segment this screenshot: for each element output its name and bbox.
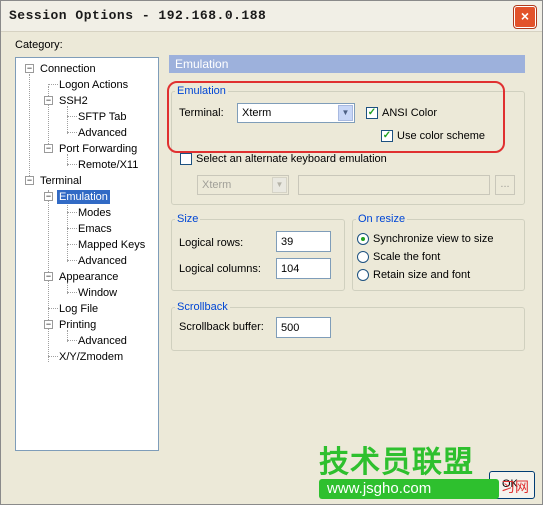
category-tree[interactable]: − − − − − − − Connection Logon Actions S… bbox=[15, 57, 159, 451]
logical-columns-label: Logical columns: bbox=[179, 263, 261, 275]
alt-keyboard-select-value: Xterm bbox=[202, 179, 232, 191]
title-bar[interactable]: Session Options - 192.168.0.188 × bbox=[1, 1, 542, 32]
close-button[interactable]: × bbox=[514, 6, 536, 28]
retain-size-label[interactable]: Retain size and font bbox=[373, 269, 470, 281]
tree-item-window[interactable]: Window bbox=[78, 286, 117, 300]
watermark-title: 技术员联盟 bbox=[319, 445, 474, 480]
logical-rows-field[interactable]: 39 bbox=[276, 231, 331, 252]
tree-item-appearance[interactable]: Appearance bbox=[59, 270, 118, 284]
alt-keyboard-path-field bbox=[298, 175, 490, 195]
tree-item-sftp-tab[interactable]: SFTP Tab bbox=[78, 110, 127, 124]
tree-line bbox=[67, 340, 77, 341]
scrollback-group-label: Scrollback bbox=[175, 301, 230, 313]
tree-item-mapped-keys[interactable]: Mapped Keys bbox=[78, 238, 145, 252]
collapse-icon[interactable]: − bbox=[44, 96, 53, 105]
logical-columns-value: 104 bbox=[281, 263, 300, 275]
scrollback-buffer-field[interactable]: 500 bbox=[276, 317, 331, 338]
chevron-down-icon: ▼ bbox=[272, 177, 287, 193]
browse-button: ... bbox=[495, 175, 515, 195]
collapse-icon[interactable]: − bbox=[25, 64, 34, 73]
scrollback-buffer-value: 500 bbox=[281, 322, 300, 334]
on-resize-group-label: On resize bbox=[356, 213, 408, 225]
tree-item-ssh2[interactable]: SSH2 bbox=[59, 94, 88, 108]
tree-line bbox=[48, 308, 58, 309]
tree-item-log-file[interactable]: Log File bbox=[59, 302, 98, 316]
tree-item-port-forwarding[interactable]: Port Forwarding bbox=[59, 142, 137, 156]
window-title: Session Options - 192.168.0.188 bbox=[9, 8, 267, 23]
tree-item-printing-advanced[interactable]: Advanced bbox=[78, 334, 127, 348]
collapse-icon[interactable]: − bbox=[44, 272, 53, 281]
tree-line bbox=[67, 164, 77, 165]
tree-item-ssh2-advanced[interactable]: Advanced bbox=[78, 126, 127, 140]
sync-view-radio[interactable] bbox=[357, 233, 369, 245]
tree-item-modes[interactable]: Modes bbox=[78, 206, 111, 220]
tree-line bbox=[29, 74, 30, 176]
retain-size-radio[interactable] bbox=[357, 269, 369, 281]
tree-item-xyzmodem[interactable]: X/Y/Zmodem bbox=[59, 350, 123, 364]
tree-line bbox=[67, 132, 77, 133]
tree-line bbox=[67, 260, 77, 261]
sync-view-label[interactable]: Synchronize view to size bbox=[373, 233, 493, 245]
collapse-icon[interactable]: − bbox=[44, 320, 53, 329]
highlight-annotation bbox=[167, 81, 505, 153]
tree-item-emulation[interactable]: Emulation bbox=[57, 190, 110, 204]
collapse-icon[interactable]: − bbox=[44, 144, 53, 153]
collapse-icon[interactable]: − bbox=[44, 192, 53, 201]
tree-item-printing[interactable]: Printing bbox=[59, 318, 96, 332]
category-label: Category: bbox=[15, 39, 63, 51]
logical-rows-value: 39 bbox=[281, 236, 294, 248]
alt-keyboard-checkbox[interactable] bbox=[180, 153, 192, 165]
tree-item-remote-x11[interactable]: Remote/X11 bbox=[78, 158, 138, 172]
tree-item-emacs[interactable]: Emacs bbox=[78, 222, 112, 236]
tree-line bbox=[48, 356, 58, 357]
tree-line bbox=[67, 202, 68, 262]
tree-line bbox=[67, 228, 77, 229]
logical-columns-field[interactable]: 104 bbox=[276, 258, 331, 279]
session-options-window: Session Options - 192.168.0.188 × Catego… bbox=[0, 0, 543, 505]
tree-item-emulation-advanced[interactable]: Advanced bbox=[78, 254, 127, 268]
logical-rows-label: Logical rows: bbox=[179, 237, 244, 249]
watermark-tail: 习网 bbox=[501, 479, 529, 495]
scrollback-buffer-label: Scrollback buffer: bbox=[179, 321, 264, 333]
tree-line bbox=[48, 84, 58, 85]
scale-font-label[interactable]: Scale the font bbox=[373, 251, 440, 263]
tree-line bbox=[67, 106, 68, 134]
tree-line bbox=[67, 244, 77, 245]
tree-item-terminal[interactable]: Terminal bbox=[40, 174, 82, 188]
pane-header: Emulation bbox=[169, 55, 525, 73]
watermark-url: www.jsgho.com bbox=[319, 479, 499, 499]
alt-keyboard-label[interactable]: Select an alternate keyboard emulation bbox=[196, 153, 387, 165]
collapse-icon[interactable]: − bbox=[25, 176, 34, 185]
scale-font-radio[interactable] bbox=[357, 251, 369, 263]
tree-line bbox=[67, 212, 77, 213]
tree-item-logon-actions[interactable]: Logon Actions bbox=[59, 78, 128, 92]
tree-line bbox=[67, 292, 77, 293]
tree-item-connection[interactable]: Connection bbox=[40, 62, 96, 76]
size-group-label: Size bbox=[175, 213, 201, 225]
alt-keyboard-select: Xterm ▼ bbox=[197, 175, 289, 195]
tree-line bbox=[67, 116, 77, 117]
size-group bbox=[171, 219, 345, 291]
